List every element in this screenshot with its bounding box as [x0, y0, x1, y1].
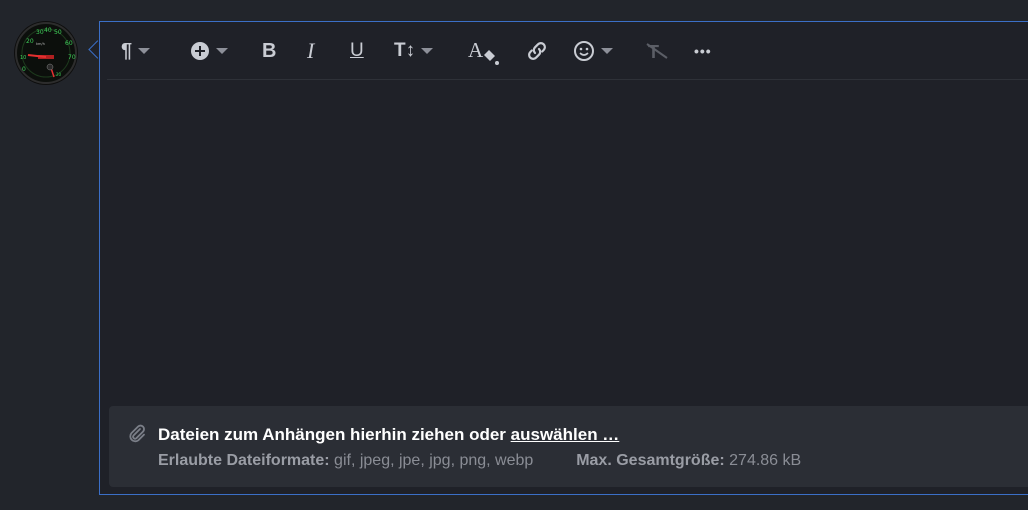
insert-icon	[191, 42, 209, 60]
attachment-dropzone[interactable]: Dateien zum Anhängen hierhin ziehen oder…	[109, 406, 1028, 487]
underline-icon: U	[350, 40, 364, 61]
clear-format-button[interactable]: T	[645, 39, 669, 63]
svg-text:30: 30	[36, 29, 44, 36]
svg-text:60: 60	[65, 40, 73, 47]
italic-button[interactable]: I	[307, 38, 315, 63]
svg-text:A: A	[468, 38, 484, 62]
max-size-label: Max. Gesamtgröße:	[576, 452, 725, 469]
bold-icon: B	[262, 39, 277, 62]
emoji-button[interactable]	[573, 39, 613, 63]
attachment-limits: Erlaubte Dateiformate: gif, jpeg, jpe, j…	[158, 452, 801, 470]
paragraph-format-icon: ¶	[121, 39, 133, 62]
text-color-button[interactable]: A	[467, 38, 503, 65]
underline-button[interactable]: U	[350, 39, 364, 63]
drop-text: Dateien zum Anhängen hierhin ziehen oder	[158, 425, 506, 444]
chevron-down-icon	[216, 48, 228, 54]
more-options-button[interactable]: •••	[694, 39, 712, 63]
paperclip-icon	[127, 424, 147, 449]
svg-text:50: 50	[54, 29, 62, 36]
editor-toolbar: ¶ B I U T↕ A T •••	[107, 22, 1028, 80]
chevron-down-icon	[421, 48, 434, 54]
svg-text:70: 70	[68, 54, 76, 61]
chevron-down-icon	[138, 48, 151, 54]
more-icon: •••	[694, 43, 712, 59]
svg-text:10: 10	[20, 55, 26, 61]
svg-text:40: 40	[44, 27, 52, 34]
avatar[interactable]: 20 30 40 50 60 70 10 0 km/h 20	[14, 21, 78, 85]
editor-content-area[interactable]	[100, 80, 1028, 405]
text-color-icon: A	[468, 38, 499, 65]
link-icon	[528, 42, 546, 60]
formats-value: gif, jpeg, jpe, jpg, png, webp	[334, 452, 534, 469]
speedometer-avatar-icon: 20 30 40 50 60 70 10 0 km/h 20	[15, 22, 77, 84]
max-size-value: 274.86 kB	[729, 452, 802, 469]
svg-text:km/h: km/h	[36, 42, 45, 46]
svg-text:20: 20	[56, 72, 62, 77]
emoji-icon	[574, 41, 594, 61]
rich-text-editor[interactable]: ¶ B I U T↕ A T ••• Dateien zum Anhängen …	[99, 21, 1028, 495]
insert-button[interactable]	[190, 39, 228, 63]
formats-label: Erlaubte Dateiformate:	[158, 452, 330, 469]
link-button[interactable]	[525, 39, 549, 63]
bold-button[interactable]: B	[262, 39, 276, 63]
select-files-link[interactable]: auswählen …	[511, 425, 620, 444]
chevron-down-icon	[601, 48, 613, 54]
text-size-icon: T↕	[394, 40, 416, 61]
attachment-instructions: Dateien zum Anhängen hierhin ziehen oder…	[158, 425, 619, 445]
svg-text:0: 0	[22, 66, 26, 73]
italic-icon: I	[307, 38, 315, 63]
paragraph-format-button[interactable]: ¶	[121, 39, 151, 63]
svg-text:20: 20	[26, 38, 34, 45]
clear-format-icon: T	[646, 42, 668, 62]
text-size-button[interactable]: T↕	[394, 39, 434, 63]
